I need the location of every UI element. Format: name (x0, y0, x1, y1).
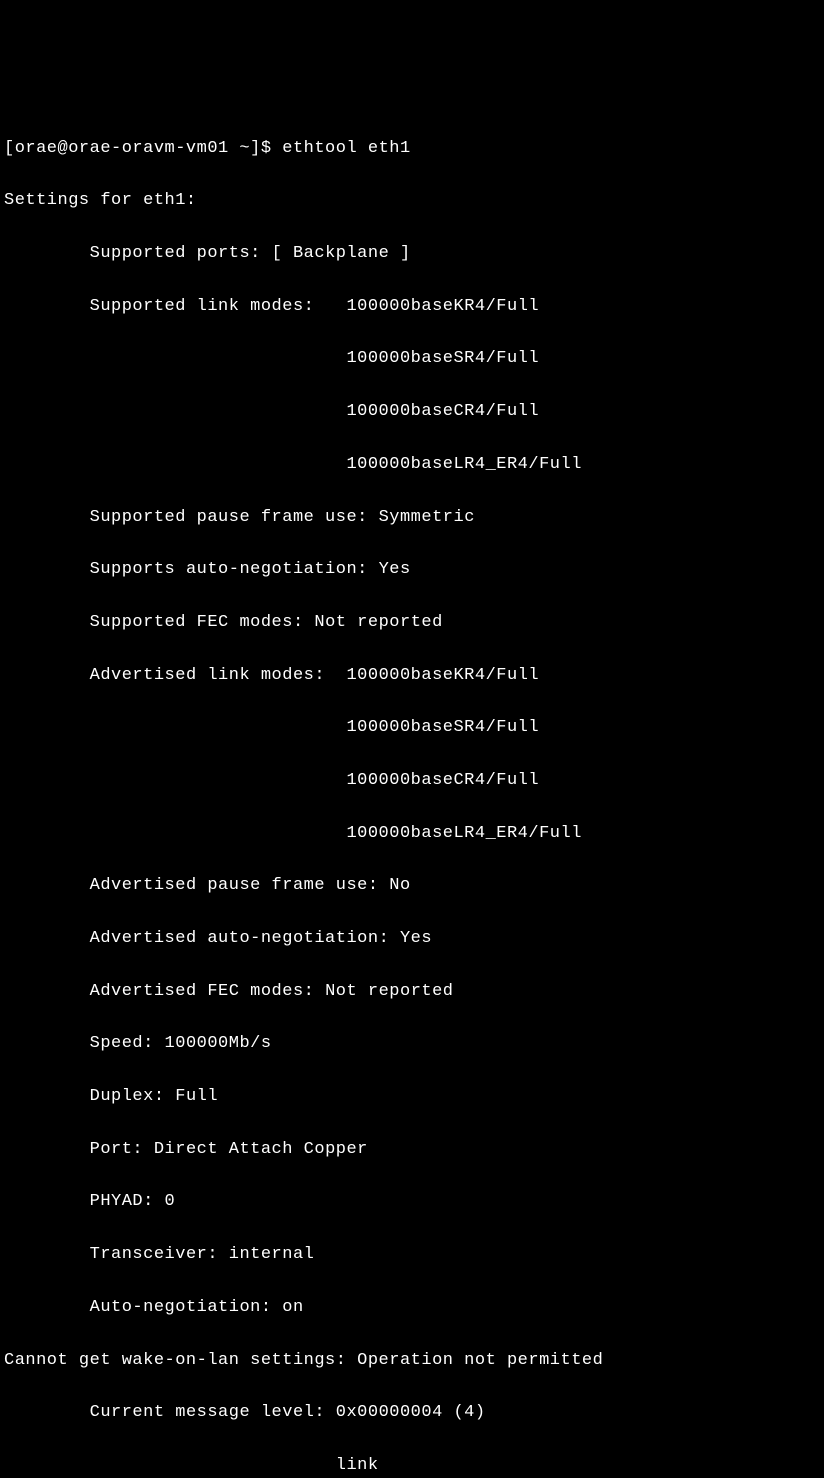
command-text: ethtool eth1 (282, 139, 410, 158)
supported-link-modes-line-2: 100000baseCR4/Full (4, 399, 824, 425)
supported-link-modes-line-3: 100000baseLR4_ER4/Full (4, 452, 824, 478)
terminal-output: [orae@orae-oravm-vm01 ~]$ ethtool eth1 S… (4, 109, 824, 1478)
phyad-line: PHYAD: 0 (4, 1189, 824, 1215)
supported-ports-line: Supported ports: [ Backplane ] (4, 241, 824, 267)
command-prompt-line[interactable]: [orae@orae-oravm-vm01 ~]$ ethtool eth1 (4, 136, 824, 162)
auto-negotiation-line: Auto-negotiation: on (4, 1295, 824, 1321)
supports-auto-negotiation-line: Supports auto-negotiation: Yes (4, 557, 824, 583)
advertised-fec-modes-line: Advertised FEC modes: Not reported (4, 979, 824, 1005)
advertised-link-modes-line-2: 100000baseCR4/Full (4, 768, 824, 794)
supported-link-modes-line-0: Supported link modes: 100000baseKR4/Full (4, 294, 824, 320)
transceiver-line: Transceiver: internal (4, 1242, 824, 1268)
error-line: Cannot get wake-on-lan settings: Operati… (4, 1348, 824, 1374)
advertised-link-modes-line-1: 100000baseSR4/Full (4, 715, 824, 741)
speed-line: Speed: 100000Mb/s (4, 1031, 824, 1057)
supported-fec-modes-line: Supported FEC modes: Not reported (4, 610, 824, 636)
advertised-auto-negotiation-line: Advertised auto-negotiation: Yes (4, 926, 824, 952)
supported-pause-frame-line: Supported pause frame use: Symmetric (4, 505, 824, 531)
advertised-pause-frame-line: Advertised pause frame use: No (4, 873, 824, 899)
settings-header: Settings for eth1: (4, 188, 824, 214)
supported-link-modes-line-1: 100000baseSR4/Full (4, 346, 824, 372)
advertised-link-modes-line-3: 100000baseLR4_ER4/Full (4, 821, 824, 847)
current-message-level-line: Current message level: 0x00000004 (4) (4, 1400, 824, 1426)
duplex-line: Duplex: Full (4, 1084, 824, 1110)
advertised-link-modes-line-0: Advertised link modes: 100000baseKR4/Ful… (4, 663, 824, 689)
message-level-name-line: link (4, 1453, 824, 1478)
port-line: Port: Direct Attach Copper (4, 1137, 824, 1163)
shell-prompt: [orae@orae-oravm-vm01 ~]$ (4, 139, 282, 158)
